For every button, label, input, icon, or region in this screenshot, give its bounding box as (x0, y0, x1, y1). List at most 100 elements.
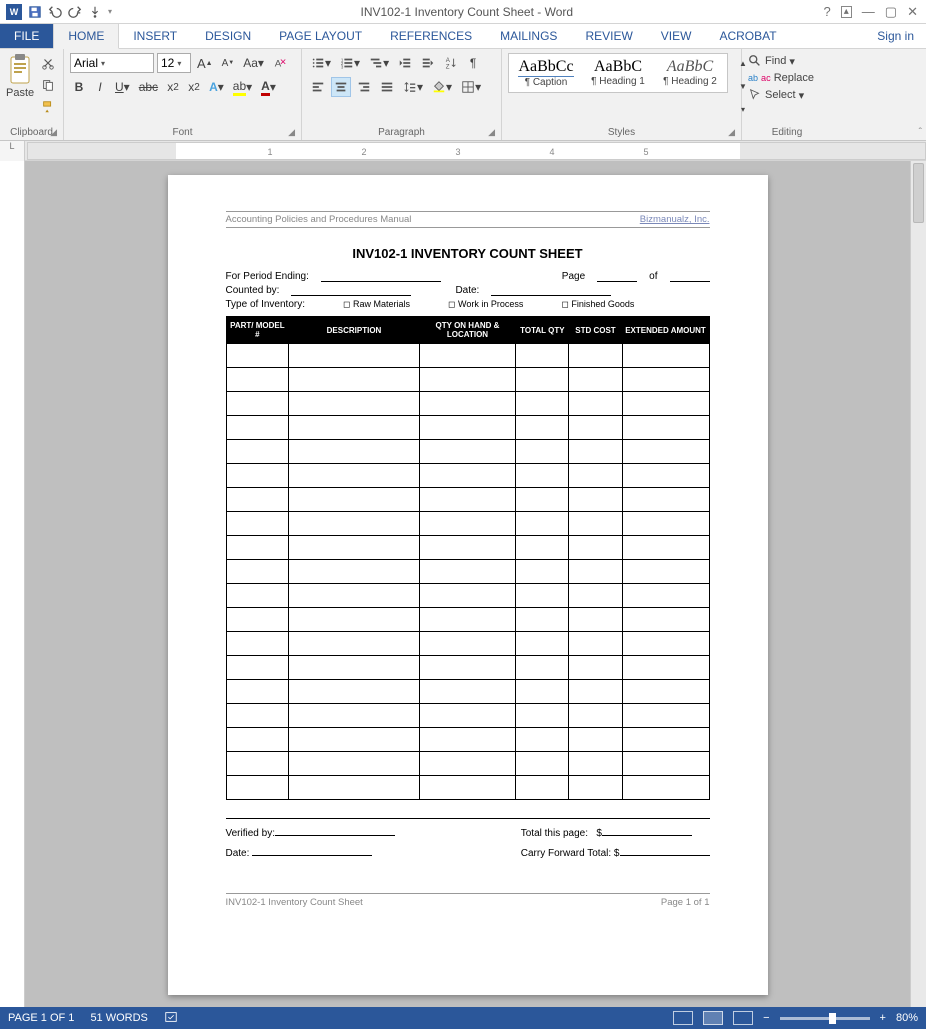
text-effects-icon[interactable]: A▾ (206, 77, 227, 97)
grow-font-icon[interactable]: A▲ (194, 53, 216, 73)
superscript-button[interactable]: x2 (185, 77, 203, 97)
table-cell (516, 536, 569, 560)
increase-indent-icon[interactable] (418, 53, 438, 73)
zoom-slider-knob[interactable] (829, 1013, 836, 1024)
bullets-icon[interactable]: ▾ (308, 53, 334, 73)
font-name-select[interactable]: Arial (70, 53, 154, 73)
table-cell (516, 344, 569, 368)
zoom-level[interactable]: 80% (896, 1012, 918, 1024)
select-button[interactable]: Select▾ (748, 87, 804, 103)
subscript-button[interactable]: x2 (164, 77, 182, 97)
shading-icon[interactable]: ▾ (429, 77, 455, 97)
styles-dialog-icon[interactable]: ◢ (728, 127, 735, 138)
save-icon[interactable] (28, 5, 42, 19)
show-marks-icon[interactable]: ¶ (464, 53, 482, 73)
table-cell (516, 560, 569, 584)
document-area[interactable]: Accounting Policies and Procedures Manua… (25, 161, 910, 1007)
zoom-out-icon[interactable]: − (763, 1012, 769, 1024)
bold-button[interactable]: B (70, 77, 88, 97)
table-cell (516, 752, 569, 776)
doc-footer-right: Page 1 of 1 (661, 897, 710, 908)
ribbon-options-icon[interactable]: ▴ (841, 6, 852, 18)
undo-icon[interactable] (48, 5, 62, 19)
line-spacing-icon[interactable]: ▾ (400, 77, 426, 97)
paragraph-dialog-icon[interactable]: ◢ (488, 127, 495, 138)
highlight-color-icon[interactable]: ab▾ (230, 77, 255, 97)
tab-mailings[interactable]: MAILINGS (486, 24, 571, 48)
touch-mode-icon[interactable] (88, 5, 102, 19)
tab-review[interactable]: REVIEW (571, 24, 646, 48)
replace-button[interactable]: abac Replace (748, 71, 814, 85)
ruler-corner[interactable]: L (0, 141, 25, 161)
clear-formatting-icon[interactable]: A (270, 53, 290, 73)
format-painter-icon[interactable] (38, 97, 58, 117)
paste-button[interactable]: Paste (6, 53, 34, 99)
style-heading-2[interactable]: AaBbC¶ Heading 2 (657, 58, 723, 88)
style-heading-1[interactable]: AaBbC¶ Heading 1 (585, 58, 651, 88)
table-cell (516, 704, 569, 728)
horizontal-ruler[interactable]: 12345 (27, 142, 926, 160)
vertical-ruler[interactable] (0, 161, 25, 1007)
tab-insert[interactable]: INSERT (119, 24, 191, 48)
table-row (226, 488, 709, 512)
redo-icon[interactable] (68, 5, 82, 19)
help-icon[interactable]: ? (824, 4, 831, 19)
style-caption[interactable]: AaBbCc¶ Caption (513, 58, 579, 88)
font-size-select[interactable]: 12 (157, 53, 191, 73)
close-icon[interactable]: ✕ (907, 4, 918, 20)
status-proofing-icon[interactable] (164, 1010, 178, 1027)
sort-icon[interactable]: AZ (441, 53, 461, 73)
strikethrough-button[interactable]: abc (136, 77, 161, 97)
group-paragraph: ▾ 123▾ ▾ AZ ¶ ▾ ▾ ▾ Paragraph◢ (302, 49, 502, 140)
shrink-font-icon[interactable]: A▼ (219, 53, 238, 73)
collapse-ribbon-icon[interactable]: ˆ (919, 127, 922, 138)
clipboard-dialog-icon[interactable]: ◢ (50, 127, 57, 138)
vertical-scrollbar[interactable] (910, 161, 926, 1007)
align-center-icon[interactable] (331, 77, 351, 97)
view-read-icon[interactable] (673, 1011, 693, 1025)
align-left-icon[interactable] (308, 77, 328, 97)
minimize-icon[interactable]: — (862, 4, 875, 19)
zoom-slider[interactable] (780, 1017, 870, 1020)
decrease-indent-icon[interactable] (395, 53, 415, 73)
find-button[interactable]: Find▾ (748, 53, 795, 69)
table-row (226, 752, 709, 776)
status-words[interactable]: 51 WORDS (90, 1012, 147, 1024)
view-print-icon[interactable] (703, 1011, 723, 1025)
col-header: PART/ MODEL # (226, 317, 289, 344)
table-cell (226, 464, 289, 488)
justify-icon[interactable] (377, 77, 397, 97)
borders-icon[interactable]: ▾ (458, 77, 484, 97)
tab-design[interactable]: DESIGN (191, 24, 265, 48)
font-name-value: Arial (74, 56, 98, 70)
multilevel-list-icon[interactable]: ▾ (366, 53, 392, 73)
maximize-icon[interactable]: ▢ (885, 4, 897, 20)
cut-icon[interactable] (38, 53, 58, 73)
tab-home[interactable]: HOME (53, 23, 119, 49)
font-size-value: 12 (161, 56, 174, 70)
underline-button[interactable]: U▾ (112, 77, 133, 97)
zoom-in-icon[interactable]: + (880, 1012, 886, 1024)
copy-icon[interactable] (38, 75, 58, 95)
scrollbar-thumb[interactable] (913, 163, 924, 223)
qat-customize-icon[interactable]: ▾ (108, 7, 112, 16)
align-right-icon[interactable] (354, 77, 374, 97)
paste-label: Paste (6, 87, 34, 99)
tab-file[interactable]: FILE (0, 24, 53, 48)
tab-acrobat[interactable]: ACROBAT (705, 24, 790, 48)
tab-page-layout[interactable]: PAGE LAYOUT (265, 24, 376, 48)
label-period: For Period Ending: (226, 271, 309, 282)
font-color-icon[interactable]: A▾ (258, 77, 279, 97)
tab-view[interactable]: VIEW (647, 24, 706, 48)
table-cell (622, 656, 709, 680)
numbering-icon[interactable]: 123▾ (337, 53, 363, 73)
view-web-icon[interactable] (733, 1011, 753, 1025)
font-dialog-icon[interactable]: ◢ (288, 127, 295, 138)
italic-button[interactable]: I (91, 77, 109, 97)
status-page[interactable]: PAGE 1 OF 1 (8, 1012, 74, 1024)
styles-gallery[interactable]: AaBbCc¶ Caption AaBbC¶ Heading 1 AaBbC¶ … (508, 53, 728, 93)
change-case-icon[interactable]: Aa▾ (240, 53, 267, 73)
table-cell (226, 632, 289, 656)
sign-in-link[interactable]: Sign in (865, 24, 926, 48)
tab-references[interactable]: REFERENCES (376, 24, 486, 48)
